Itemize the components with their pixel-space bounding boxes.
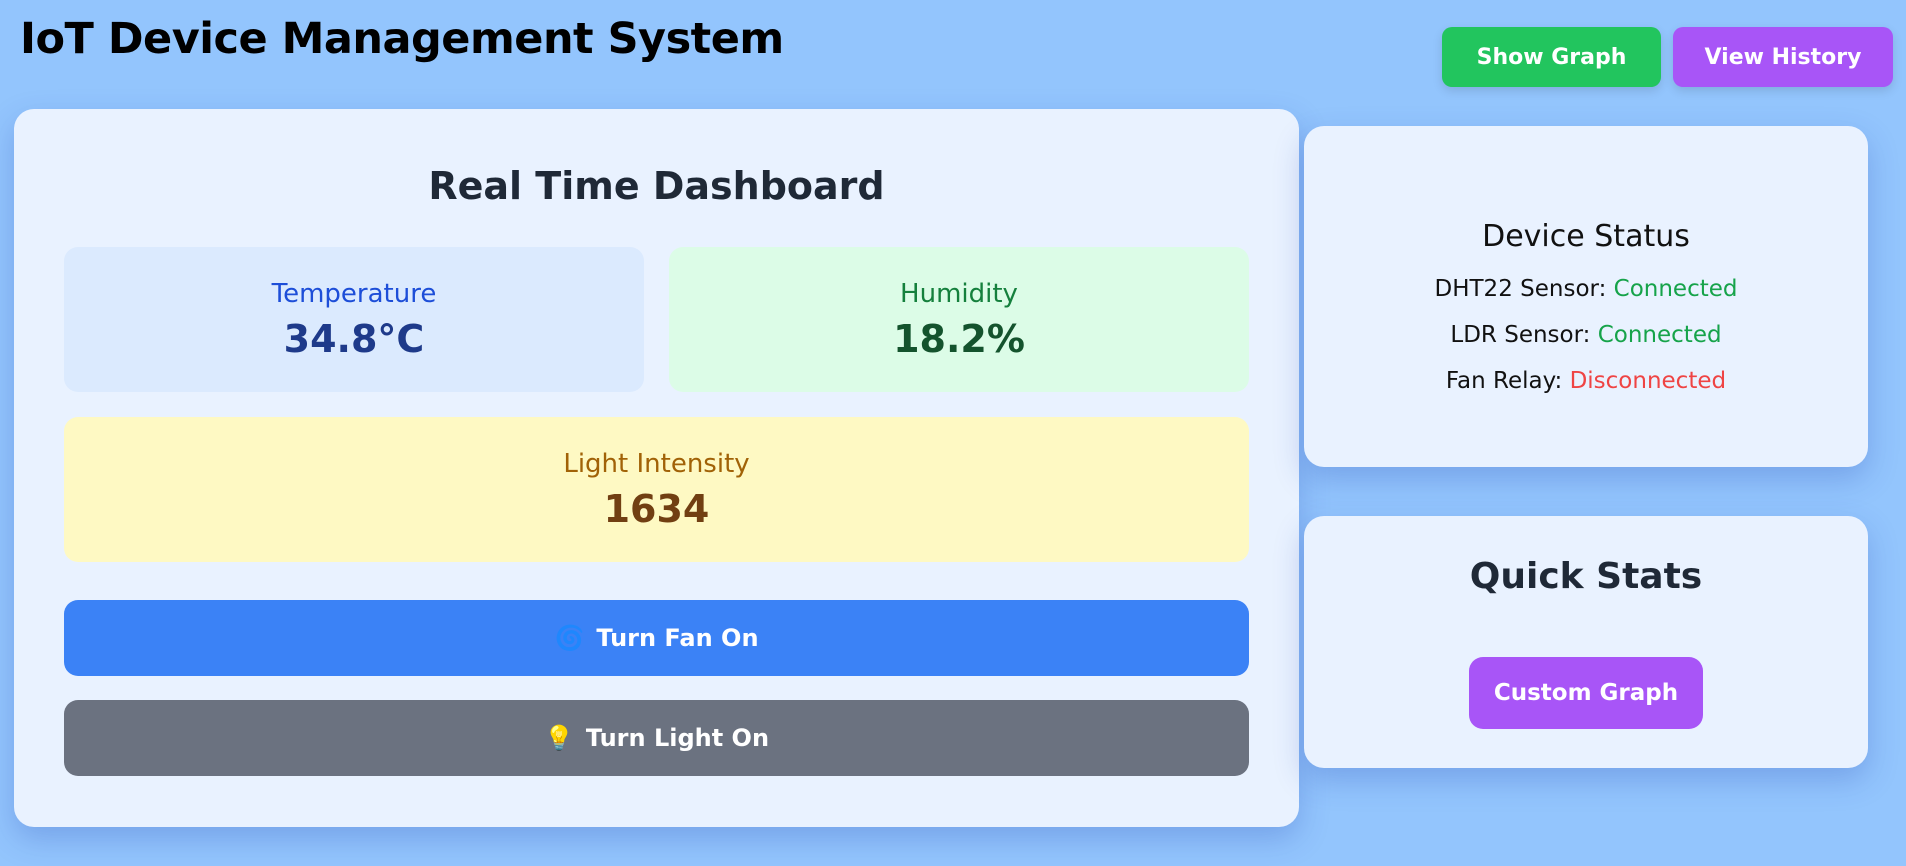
page-title: IoT Device Management System — [20, 14, 784, 64]
turn-light-on-label: Turn Light On — [585, 724, 770, 752]
dashboard-title: Real Time Dashboard — [428, 164, 885, 208]
device-status-title: Device Status — [1482, 219, 1690, 254]
humidity-tile: Humidity 18.2% — [669, 247, 1249, 392]
fan-icon: 🌀 — [554, 624, 585, 652]
turn-light-on-button[interactable]: 💡 Turn Light On — [64, 700, 1249, 776]
temperature-value: 34.8°C — [283, 317, 425, 361]
device-status-card: Device Status DHT22 Sensor: Connected LD… — [1304, 126, 1868, 467]
humidity-value: 18.2% — [893, 317, 1025, 361]
status-value: Disconnected — [1569, 368, 1727, 394]
quick-stats-title: Quick Stats — [1469, 556, 1703, 597]
quick-stats-card: Quick Stats Custom Graph — [1304, 516, 1868, 768]
humidity-label: Humidity — [900, 279, 1018, 309]
light-intensity-value: 1634 — [603, 487, 710, 531]
status-row-dht22: DHT22 Sensor: Connected — [1304, 276, 1868, 302]
lightbulb-icon: 💡 — [543, 724, 574, 752]
light-intensity-label: Light Intensity — [563, 449, 750, 479]
status-label: Fan Relay: — [1445, 368, 1563, 394]
status-row-fan-relay: Fan Relay: Disconnected — [1304, 368, 1868, 394]
turn-fan-on-button[interactable]: 🌀 Turn Fan On — [64, 600, 1249, 676]
status-value: Connected — [1613, 276, 1738, 302]
temperature-tile: Temperature 34.8°C — [64, 247, 644, 392]
light-intensity-tile: Light Intensity 1634 — [64, 417, 1249, 562]
status-label: DHT22 Sensor: — [1434, 276, 1607, 302]
temperature-label: Temperature — [271, 279, 437, 309]
status-value: Connected — [1597, 322, 1722, 348]
custom-graph-button[interactable]: Custom Graph — [1469, 657, 1703, 729]
status-label: LDR Sensor: — [1450, 322, 1591, 348]
dashboard-card: Real Time Dashboard Temperature 34.8°C H… — [14, 109, 1299, 827]
view-history-button[interactable]: View History — [1673, 27, 1893, 87]
show-graph-button[interactable]: Show Graph — [1442, 27, 1661, 87]
status-row-ldr: LDR Sensor: Connected — [1304, 322, 1868, 348]
turn-fan-on-label: Turn Fan On — [596, 624, 759, 652]
